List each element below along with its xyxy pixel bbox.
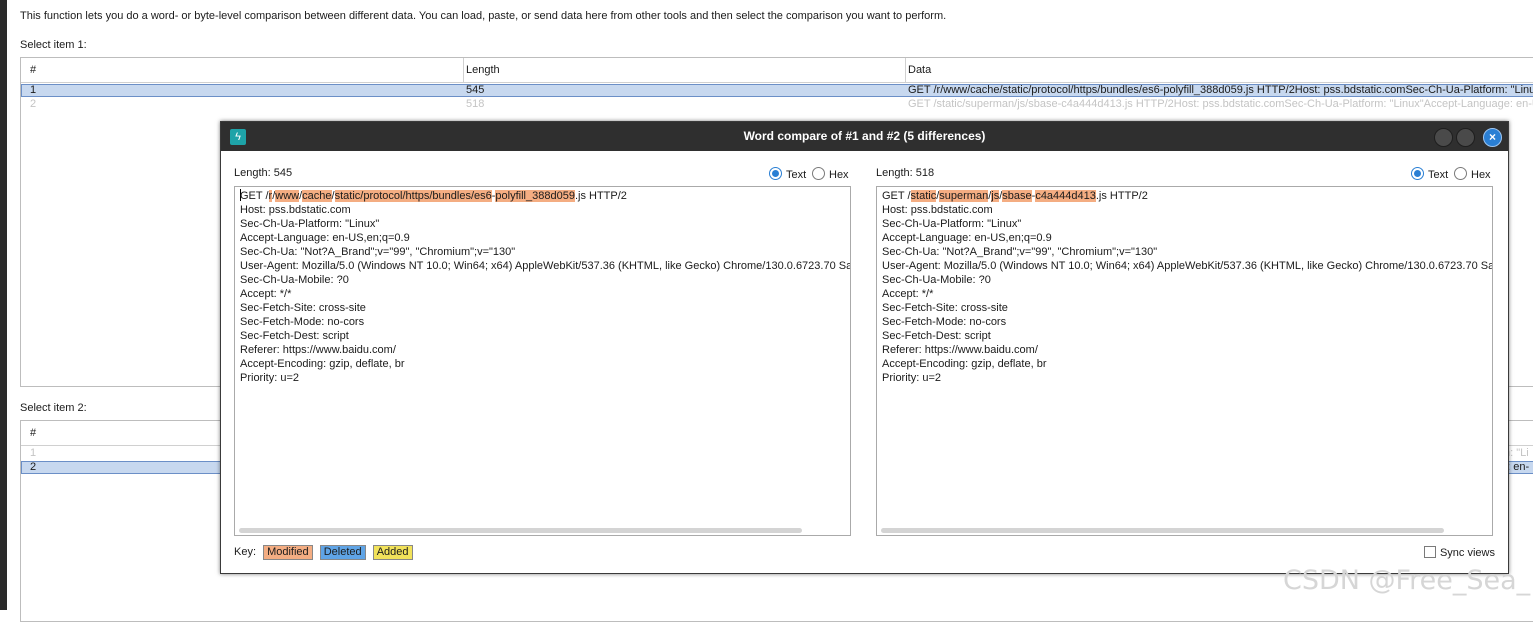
radio-selected-icon — [1411, 167, 1424, 180]
col-header-data[interactable]: Data — [908, 64, 931, 76]
maximize-button[interactable] — [1456, 128, 1475, 147]
row-num: 1 — [30, 84, 37, 96]
left-length-label: Length: 545 — [234, 167, 293, 179]
intro-text: This function lets you do a word- or byt… — [20, 10, 947, 22]
text-segment: .js HTTP/2 — [1095, 190, 1148, 202]
header-line: Accept: */* — [882, 288, 934, 300]
right-hex-radio[interactable]: Hex — [1454, 167, 1491, 181]
window-left-edge — [0, 0, 7, 610]
header-line: Referer: https://www.baidu.com/ — [240, 344, 396, 356]
modified-segment: c4a444d413 — [1035, 190, 1096, 202]
modified-segment: sbase — [1002, 190, 1032, 202]
header-line: Sec-Ch-Ua: "Not?A_Brand";v="99", "Chromi… — [240, 246, 516, 258]
header-line: Sec-Fetch-Dest: script — [240, 330, 349, 342]
header-line: Sec-Fetch-Site: cross-site — [240, 302, 366, 314]
sync-views-label: Sync views — [1439, 547, 1495, 559]
request-line: GET /r/www/cache/static/protocol/https/b… — [240, 189, 850, 203]
header-line: Accept-Encoding: gzip, deflate, br — [882, 358, 1047, 370]
row-num: 1 — [30, 447, 37, 459]
modified-segment: superman — [939, 190, 989, 202]
header-line: Sec-Ch-Ua-Mobile: ?0 — [882, 274, 991, 286]
modified-segment: www — [275, 190, 300, 202]
radio-label: Hex — [1471, 169, 1491, 181]
row-data: GET /static/superman/js/sbase-c4a444d413… — [908, 98, 1533, 110]
select-item-1-label: Select item 1: — [20, 39, 87, 51]
minimize-button[interactable] — [1434, 128, 1453, 147]
radio-selected-icon — [769, 167, 782, 180]
header-line: Host: pss.bdstatic.com — [240, 204, 351, 216]
radio-unselected-icon — [812, 167, 825, 180]
header-line: Priority: u=2 — [882, 372, 941, 384]
row-length: 518 — [466, 98, 485, 110]
right-length-label: Length: 518 — [876, 167, 935, 179]
left-text-radio[interactable]: Text — [769, 167, 806, 181]
right-horizontal-scrollbar[interactable] — [881, 528, 1444, 533]
left-text-pane[interactable]: GET /r/www/cache/static/protocol/https/b… — [234, 186, 851, 536]
table-header: # Length Data — [21, 58, 1533, 83]
table-row[interactable]: 2 518 GET /static/superman/js/sbase-c4a4… — [21, 98, 1533, 111]
dialog-title: Word compare of #1 and #2 (5 differences… — [743, 129, 986, 143]
modified-segment: polyfill_388d059 — [495, 190, 575, 202]
key-modified-chip: Modified — [263, 545, 313, 560]
table-row[interactable]: 1 545 GET /r/www/cache/static/protocol/h… — [21, 84, 1533, 97]
modified-segment: cache — [302, 190, 332, 202]
header-line: Sec-Fetch-Mode: no-cors — [240, 316, 365, 328]
header-line: Accept-Language: en-US,en;q=0.9 — [882, 232, 1052, 244]
header-line: Sec-Fetch-Mode: no-cors — [882, 316, 1007, 328]
checkbox-icon — [1423, 546, 1436, 558]
left-horizontal-scrollbar[interactable] — [239, 528, 802, 533]
key-label: Key: — [234, 546, 257, 558]
row-num: 2 — [30, 98, 37, 110]
header-line: User-Agent: Mozilla/5.0 (Windows NT 10.0… — [240, 260, 851, 272]
key-added-chip: Added — [372, 545, 413, 560]
right-text-radio[interactable]: Text — [1411, 167, 1448, 181]
radio-unselected-icon — [1454, 167, 1467, 180]
col-header-length[interactable]: Length — [466, 64, 500, 76]
text-segment: .js HTTP/2 — [574, 190, 627, 202]
key-deleted-chip: Deleted — [319, 545, 366, 560]
radio-label: Hex — [829, 169, 849, 181]
modified-segment: static — [910, 190, 937, 202]
header-line: Priority: u=2 — [240, 372, 299, 384]
header-line: Referer: https://www.baidu.com/ — [882, 344, 1038, 356]
word-compare-dialog: ϟ Word compare of #1 and #2 (5 differenc… — [220, 121, 1509, 574]
close-icon: × — [1488, 130, 1496, 144]
dialog-titlebar[interactable]: ϟ Word compare of #1 and #2 (5 differenc… — [221, 122, 1508, 151]
left-text-content: GET /r/www/cache/static/protocol/https/b… — [240, 189, 851, 385]
header-line: Sec-Ch-Ua: "Not?A_Brand";v="99", "Chromi… — [882, 246, 1158, 258]
right-text-content: GET /static/superman/js/sbase-c4a444d413… — [882, 189, 1493, 385]
left-hex-radio[interactable]: Hex — [812, 167, 849, 181]
col-header-num[interactable]: # — [30, 64, 36, 76]
radio-label: Text — [786, 169, 807, 181]
sync-views-checkbox[interactable]: Sync views — [1423, 546, 1495, 559]
right-text-pane[interactable]: GET /static/superman/js/sbase-c4a444d413… — [876, 186, 1493, 536]
header-line: Accept: */* — [240, 288, 292, 300]
header-line: Sec-Fetch-Dest: script — [882, 330, 991, 342]
header-line: Host: pss.bdstatic.com — [882, 204, 993, 216]
watermark: CSDN @Free_Sea_ — [1283, 565, 1531, 596]
header-line: Accept-Encoding: gzip, deflate, br — [240, 358, 405, 370]
header-line: Sec-Ch-Ua-Platform: "Linux" — [240, 218, 380, 230]
header-line: User-Agent: Mozilla/5.0 (Windows NT 10.0… — [882, 260, 1493, 272]
radio-label: Text — [1428, 169, 1449, 181]
modified-segment: static/protocol/https/bundles/es6 — [334, 190, 492, 202]
select-item-2-label: Select item 2: — [20, 402, 87, 414]
col-header-num[interactable]: # — [30, 427, 36, 439]
col-divider[interactable] — [463, 58, 464, 82]
header-line: Sec-Ch-Ua-Platform: "Linux" — [882, 218, 1022, 230]
header-line: Sec-Fetch-Site: cross-site — [882, 302, 1008, 314]
request-line: GET /static/superman/js/sbase-c4a444d413… — [882, 189, 1492, 203]
col-divider[interactable] — [905, 58, 906, 82]
header-line: Sec-Ch-Ua-Mobile: ?0 — [240, 274, 349, 286]
diff-key: Key: Modified Deleted Added — [234, 545, 413, 560]
row-num: 2 — [30, 461, 37, 473]
row-data: GET /r/www/cache/static/protocol/https/b… — [908, 84, 1533, 96]
close-button[interactable]: × — [1483, 128, 1502, 147]
header-line: Accept-Language: en-US,en;q=0.9 — [240, 232, 410, 244]
text-segment: GET / — [240, 190, 269, 202]
row-length: 545 — [466, 84, 485, 96]
text-segment: GET / — [882, 190, 911, 202]
